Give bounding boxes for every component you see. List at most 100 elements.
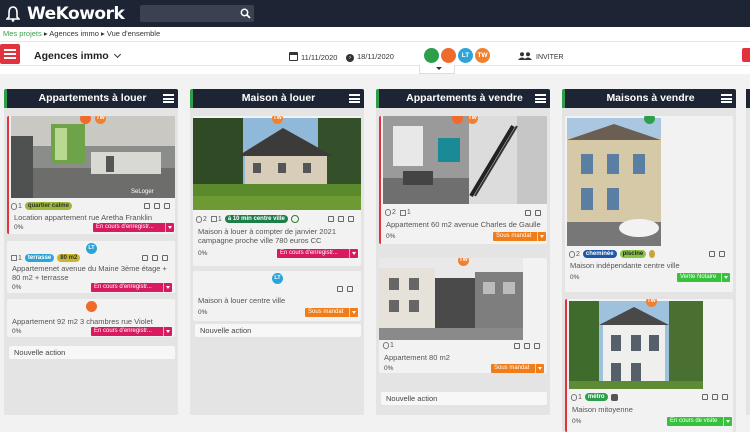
status-dropdown[interactable]: Vente Notaire (677, 273, 730, 282)
status-dropdown[interactable]: En cours d'enregistr... (93, 223, 174, 232)
folder-icon[interactable] (535, 210, 541, 216)
new-action-button[interactable]: Nouvelle action (195, 324, 361, 337)
new-action-button[interactable]: Nouvelle action (9, 346, 175, 359)
tag-label[interactable]: cheminée (582, 250, 617, 258)
tag-label[interactable]: terrasse (24, 254, 55, 262)
folder-icon[interactable] (348, 216, 354, 222)
new-action-button[interactable]: Nouvelle action (381, 392, 547, 405)
bell-icon[interactable] (6, 5, 20, 22)
folder-icon[interactable] (722, 394, 728, 400)
edit-icon[interactable] (337, 286, 343, 292)
calendar-icon[interactable] (524, 343, 530, 349)
top-bar: WeKowork (0, 0, 750, 27)
column-menu-icon[interactable] (163, 94, 174, 103)
attachment-count: 1 (578, 393, 582, 401)
date-end[interactable]: › 18/11/2020 (346, 52, 394, 62)
status-dropdown[interactable]: En cours d'enregistr... (277, 249, 358, 258)
status-dropdown[interactable]: Sous mandat (305, 308, 358, 317)
member-avatar[interactable] (441, 48, 456, 63)
filter-menu-button[interactable] (0, 44, 20, 64)
calendar-icon[interactable] (338, 216, 344, 222)
edit-icon[interactable] (328, 216, 334, 222)
member-avatar[interactable] (424, 48, 439, 63)
progress-value: 0% (198, 250, 208, 257)
status-dropdown[interactable]: Sous mandat (493, 232, 546, 241)
breadcrumb-item-board[interactable]: Agences immo (49, 29, 99, 38)
tag-label[interactable]: à 10 min centre ville (224, 215, 288, 223)
column-header: Maisons à vendre (562, 89, 736, 108)
tag-label[interactable]: piscine (619, 250, 647, 258)
folder-icon[interactable] (534, 343, 540, 349)
member-avatar[interactable]: TW (475, 48, 490, 63)
card-avatar[interactable]: LT (272, 273, 283, 284)
edit-icon[interactable] (709, 251, 715, 257)
card-avatar[interactable]: LT (86, 243, 97, 254)
property-photo (379, 258, 523, 340)
status-dropdown[interactable]: En cours d'enregistr... (91, 327, 172, 336)
card-actions (324, 216, 354, 222)
tag-label[interactable]: métro (584, 393, 608, 401)
progress-value: 0% (198, 309, 208, 316)
metro-icon (610, 393, 618, 401)
app-logo[interactable]: WeKowork (27, 4, 125, 24)
card[interactable]: TW 1 métro Maison mitoyenne 0% En cours … (565, 299, 733, 432)
card[interactable]: TW 2 1 Appartement 60 m2 avenue Charles … (379, 116, 547, 244)
card-meta: 1 (383, 342, 394, 349)
edit-icon[interactable] (702, 394, 708, 400)
board-selector[interactable]: Agences immo (34, 50, 121, 62)
folder-icon[interactable] (719, 251, 725, 257)
card[interactable]: Appartement 92 m2 3 chambres rue Violet … (7, 299, 175, 337)
status-dropdown[interactable]: Sous mandat (491, 364, 544, 373)
search-box (140, 5, 255, 24)
card[interactable]: LT 1 terrasse 80 m2 Appartemenet avenue … (7, 241, 175, 293)
search-icon[interactable] (240, 8, 251, 19)
card[interactable]: 2 cheminée piscine Maison indépendante c… (565, 116, 733, 292)
card[interactable]: TW 2 1 à 10 min centre ville Maison à lo… (193, 116, 361, 266)
edit-icon[interactable] (142, 255, 148, 261)
corner-button[interactable] (742, 48, 750, 62)
next-column-edge (746, 89, 750, 415)
column-menu-icon[interactable] (349, 94, 360, 103)
chevron-down-icon (163, 283, 172, 292)
checklist-count: 1 (217, 215, 222, 223)
card[interactable]: LT Maison à louer centre ville 0% Sous m… (193, 271, 361, 321)
card-title: Maison à louer centre ville (198, 296, 286, 305)
status-dropdown[interactable]: En cours de visite (667, 417, 732, 426)
kanban-board: Appartements à louer SeLoger TW 1 quarti… (0, 74, 750, 432)
calendar-icon[interactable] (154, 203, 160, 209)
card-meta: 2 1 à 10 min centre ville (196, 215, 299, 223)
board-title: Agences immo (34, 50, 109, 62)
tag-label[interactable]: quartier calme (24, 202, 72, 210)
invite-button[interactable]: INVITER (518, 52, 564, 61)
column-header: Appartements à louer (4, 89, 178, 108)
checklist-icon (210, 216, 217, 222)
card[interactable]: SeLoger TW 1 quartier calme Location app… (7, 116, 175, 234)
calendar-icon[interactable] (712, 394, 718, 400)
people-icon (518, 52, 532, 60)
collapse-toggle[interactable] (419, 65, 455, 74)
folder-icon[interactable] (347, 286, 353, 292)
edit-icon[interactable] (514, 343, 520, 349)
member-avatar[interactable]: LT (458, 48, 473, 63)
folder-icon[interactable] (164, 203, 170, 209)
edit-icon[interactable] (525, 210, 531, 216)
card-avatar[interactable] (86, 301, 97, 312)
location-icon (290, 215, 299, 223)
column-menu-icon[interactable] (535, 94, 546, 103)
card-actions (138, 255, 168, 261)
property-photo (383, 116, 547, 204)
date-start[interactable]: 11/11/2020 (289, 52, 337, 62)
breadcrumb-item-view[interactable]: Vue d'ensemble (107, 29, 160, 38)
edit-icon[interactable] (144, 203, 150, 209)
progress-value: 0% (12, 328, 22, 335)
breadcrumb-item-projects[interactable]: Mes projets (3, 29, 42, 38)
folder-icon[interactable] (162, 255, 168, 261)
search-input[interactable] (140, 6, 255, 24)
card[interactable]: TW 1 Appartement 80 m2 0% Sous mandat (379, 258, 547, 373)
card-title: Maison mitoyenne (572, 405, 633, 414)
calendar-icon[interactable] (152, 255, 158, 261)
status-dropdown[interactable]: En cours d'enregistr... (91, 283, 172, 292)
tag-label[interactable]: 80 m2 (57, 254, 81, 262)
card-title: Appartement 80 m2 (384, 353, 450, 362)
column-menu-icon[interactable] (721, 94, 732, 103)
